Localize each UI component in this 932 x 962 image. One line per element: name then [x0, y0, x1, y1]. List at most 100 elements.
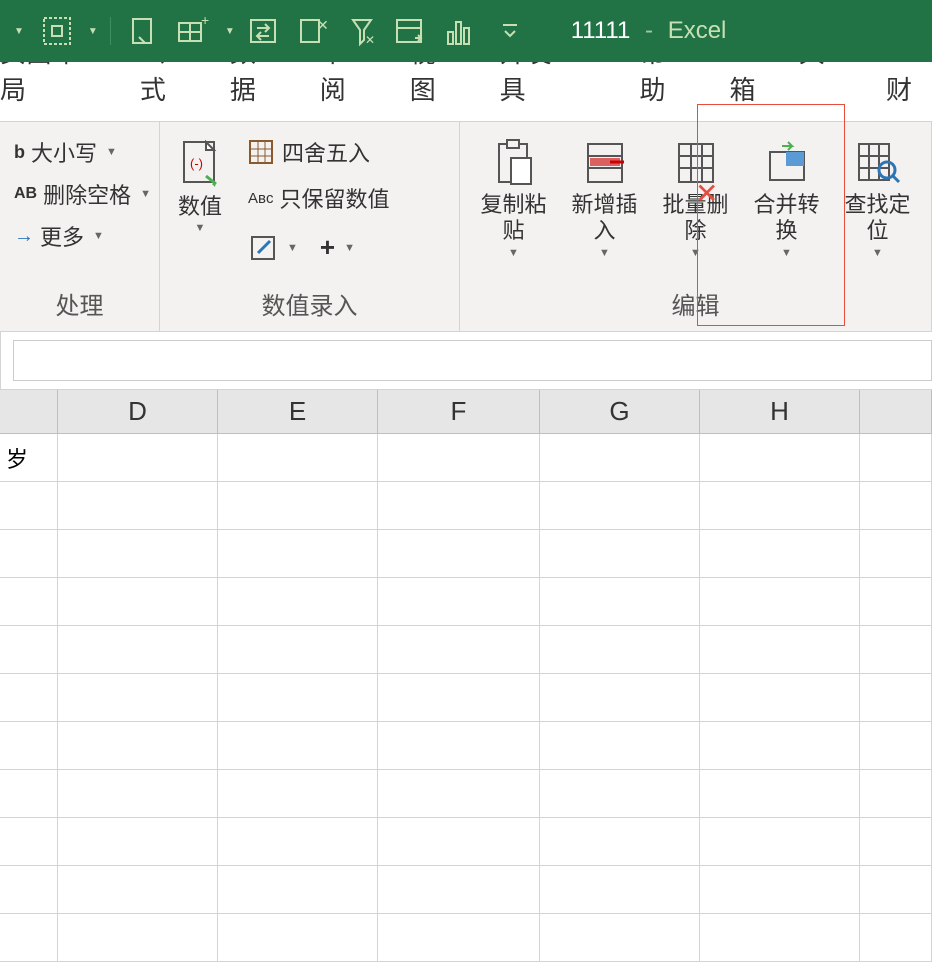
- cell[interactable]: [860, 530, 932, 577]
- round-button[interactable]: 四舍五入: [242, 132, 396, 172]
- find-button[interactable]: 查找定位 ▼: [832, 132, 923, 280]
- cell[interactable]: [0, 770, 58, 817]
- cell[interactable]: [378, 914, 540, 961]
- cell[interactable]: [860, 674, 932, 721]
- cell[interactable]: [58, 914, 218, 961]
- cell[interactable]: [540, 770, 700, 817]
- cell[interactable]: [218, 722, 378, 769]
- keepnum-button[interactable]: Aʙc 只保留数值: [242, 178, 396, 218]
- trim-button[interactable]: AB 删除空格 ▼: [8, 174, 157, 214]
- cell[interactable]: [378, 578, 540, 625]
- cell[interactable]: [58, 434, 218, 481]
- cell[interactable]: [58, 770, 218, 817]
- cell[interactable]: [58, 674, 218, 721]
- cell[interactable]: [860, 722, 932, 769]
- cell[interactable]: [58, 530, 218, 577]
- cell[interactable]: [218, 626, 378, 673]
- cell[interactable]: [378, 818, 540, 865]
- qat-dropdown-3[interactable]: ▼: [225, 26, 235, 37]
- cell[interactable]: [58, 482, 218, 529]
- cell[interactable]: [860, 434, 932, 481]
- qat-border-icon[interactable]: [36, 10, 78, 52]
- cell[interactable]: [378, 770, 540, 817]
- cell[interactable]: [540, 914, 700, 961]
- cell[interactable]: [700, 626, 860, 673]
- cell[interactable]: [700, 914, 860, 961]
- cell[interactable]: [700, 866, 860, 913]
- qat-customize-dropdown[interactable]: [497, 17, 523, 45]
- cell[interactable]: [860, 866, 932, 913]
- cell[interactable]: [58, 626, 218, 673]
- cell[interactable]: [0, 722, 58, 769]
- cell[interactable]: [540, 530, 700, 577]
- cell[interactable]: [540, 578, 700, 625]
- cell[interactable]: [58, 578, 218, 625]
- batch-delete-button[interactable]: 批量删除 ▼: [650, 132, 741, 280]
- cell[interactable]: [0, 530, 58, 577]
- qat-table-icon[interactable]: [389, 10, 431, 52]
- cell[interactable]: [0, 482, 58, 529]
- more-button[interactable]: → 更多 ▼: [8, 216, 157, 256]
- cell[interactable]: [540, 866, 700, 913]
- cell[interactable]: [218, 578, 378, 625]
- cell[interactable]: [700, 482, 860, 529]
- col-header-e[interactable]: E: [218, 390, 378, 433]
- cell[interactable]: [540, 482, 700, 529]
- cell[interactable]: [860, 578, 932, 625]
- cell[interactable]: [378, 674, 540, 721]
- cell[interactable]: [58, 866, 218, 913]
- cell[interactable]: [700, 722, 860, 769]
- cell[interactable]: [0, 578, 58, 625]
- cell[interactable]: [378, 722, 540, 769]
- cell[interactable]: [0, 818, 58, 865]
- qat-dropdown-2[interactable]: ▼: [88, 26, 98, 37]
- merge-button[interactable]: 合并转换 ▼: [741, 132, 832, 280]
- cell[interactable]: [378, 434, 540, 481]
- cell[interactable]: [700, 578, 860, 625]
- qat-print-icon[interactable]: [123, 11, 163, 51]
- cell[interactable]: [378, 866, 540, 913]
- cell[interactable]: [540, 434, 700, 481]
- qat-filter-icon[interactable]: ✕: [343, 10, 381, 52]
- copy-paste-button[interactable]: 复制粘贴 ▼: [468, 132, 559, 280]
- cell[interactable]: [218, 530, 378, 577]
- col-header-d[interactable]: D: [58, 390, 218, 433]
- edit-cell-button[interactable]: ▼: [248, 233, 300, 263]
- qat-delete-icon[interactable]: ✕: [293, 10, 335, 52]
- cell[interactable]: [218, 818, 378, 865]
- cell[interactable]: [860, 818, 932, 865]
- case-button[interactable]: b 大小写 ▼: [8, 132, 157, 172]
- qat-insert-row-icon[interactable]: +: [171, 11, 215, 51]
- cell[interactable]: [700, 674, 860, 721]
- cell[interactable]: [860, 770, 932, 817]
- insert-button[interactable]: 新增插入 ▼: [559, 132, 650, 280]
- cell[interactable]: [218, 914, 378, 961]
- col-header-blank[interactable]: [0, 390, 58, 433]
- cell[interactable]: [58, 722, 218, 769]
- cell[interactable]: [0, 626, 58, 673]
- qat-dropdown-1[interactable]: ▼: [8, 22, 28, 41]
- col-header-f[interactable]: F: [378, 390, 540, 433]
- numeric-button[interactable]: (-) 数值 ▼: [168, 132, 232, 280]
- cell[interactable]: [860, 626, 932, 673]
- cell[interactable]: [58, 818, 218, 865]
- qat-swap-icon[interactable]: [243, 10, 285, 52]
- cell[interactable]: [540, 722, 700, 769]
- col-header-g[interactable]: G: [540, 390, 700, 433]
- cell[interactable]: [378, 482, 540, 529]
- cell[interactable]: [860, 914, 932, 961]
- cell[interactable]: [0, 866, 58, 913]
- cell[interactable]: [860, 482, 932, 529]
- cell[interactable]: [218, 674, 378, 721]
- tab-finance-partial[interactable]: 财: [866, 58, 932, 121]
- cell[interactable]: [218, 434, 378, 481]
- cell[interactable]: [700, 434, 860, 481]
- cell[interactable]: [540, 674, 700, 721]
- qat-chart-icon[interactable]: [439, 10, 479, 52]
- col-header-h[interactable]: H: [700, 390, 860, 433]
- cell[interactable]: [540, 626, 700, 673]
- cell[interactable]: [218, 482, 378, 529]
- cell[interactable]: [0, 674, 58, 721]
- cell[interactable]: [700, 818, 860, 865]
- name-box[interactable]: [0, 332, 1, 389]
